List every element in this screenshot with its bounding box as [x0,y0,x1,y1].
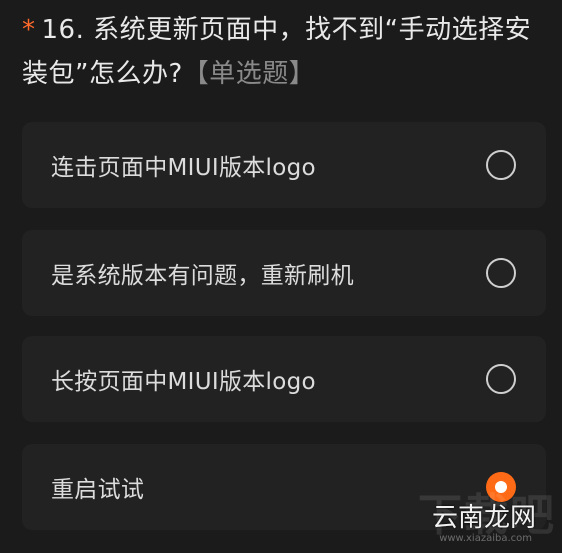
radio-button-checked[interactable] [486,472,516,502]
watermark-url: www.xiazaiba.com [439,533,532,544]
question-title: * 16. 系统更新页面中，找不到“手动选择安装包”怎么办?【单选题】 [22,8,552,96]
option-label: 长按页面中MIUI版本logo [51,369,316,395]
option-1[interactable]: 连击页面中MIUI版本logo [22,122,546,208]
required-mark: * [22,15,36,45]
radio-button-unchecked[interactable] [486,364,516,394]
option-label: 重启试试 [51,477,145,503]
option-label: 连击页面中MIUI版本logo [51,155,316,181]
option-label: 是系统版本有问题，重新刷机 [51,263,354,289]
option-2[interactable]: 是系统版本有问题，重新刷机 [22,230,546,316]
option-4[interactable]: 重启试试 [22,444,546,530]
survey-page: * 16. 系统更新页面中，找不到“手动选择安装包”怎么办?【单选题】 连击页面中… [0,0,562,553]
radio-button-unchecked[interactable] [486,258,516,288]
question-type-label: 【单选题】 [182,59,316,89]
radio-button-unchecked[interactable] [486,150,516,180]
option-3[interactable]: 长按页面中MIUI版本logo [22,336,546,422]
